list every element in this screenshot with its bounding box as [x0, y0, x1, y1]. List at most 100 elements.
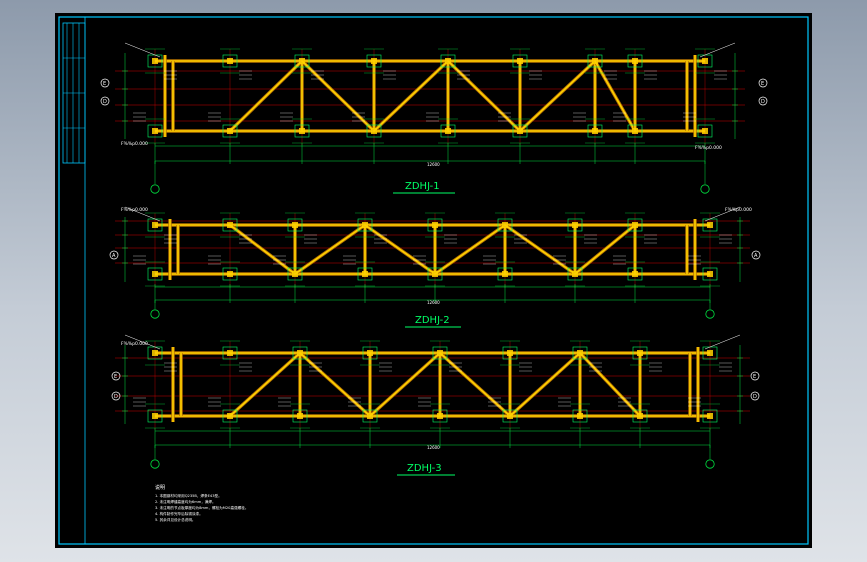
node-plate — [592, 58, 598, 64]
axis-bubble: A — [751, 250, 761, 260]
node-plate — [507, 413, 513, 419]
diagonal-member — [447, 60, 521, 132]
node-plate — [437, 413, 443, 419]
diagonal-member — [439, 352, 511, 417]
axis-bubble: A — [109, 250, 119, 260]
svg-text:D: D — [753, 394, 757, 400]
node-plate — [367, 413, 373, 419]
diagonal-member — [364, 224, 436, 275]
diagonal-member — [229, 60, 303, 132]
title-block — [62, 17, 86, 544]
leader-line — [699, 42, 736, 58]
diagonal-member — [369, 352, 441, 417]
trusses-layer — [115, 42, 750, 469]
note-line: 3. 未注明的节点板厚度均为8mm，螺栓为M20高强螺栓。 — [155, 505, 248, 510]
axis-circle — [705, 309, 715, 319]
node-plate — [702, 58, 708, 64]
diagonal-member — [574, 224, 636, 275]
diagonal-member — [594, 60, 636, 132]
overall-dimension: 12600 — [427, 300, 440, 305]
node-plate — [437, 350, 443, 356]
node-plate — [297, 413, 303, 419]
truss-title: ZDHJ-2 — [415, 315, 450, 326]
notes-block: 说明 1. 本图钢材均采用Q235B，焊条E43型。 2. 未注明焊缝高度均为6… — [155, 484, 248, 522]
node-plate — [637, 413, 643, 419]
node-plate — [152, 350, 158, 356]
svg-text:A: A — [112, 253, 116, 259]
note-line: 4. 构件制作完毕后除锈涂漆。 — [155, 511, 203, 516]
node-plate — [572, 271, 578, 277]
node-plate — [227, 413, 233, 419]
drawing-sheet: ZDHJ-1 ZDHJ-2 ZDHJ-3 12600 12600 12600 F… — [55, 13, 812, 548]
truss-title: ZDHJ-1 — [405, 181, 440, 192]
node-plate — [227, 128, 233, 134]
node-plate — [707, 413, 713, 419]
node-plate — [152, 128, 158, 134]
cad-drawing: ZDHJ-1 ZDHJ-2 ZDHJ-3 12600 12600 12600 F… — [58, 16, 809, 545]
node-plate — [432, 271, 438, 277]
node-plate — [367, 350, 373, 356]
node-plate — [227, 271, 233, 277]
node-plate — [507, 350, 513, 356]
axis-circle — [700, 184, 710, 194]
node-plate — [502, 271, 508, 277]
node-plate — [572, 222, 578, 228]
node-plate — [517, 58, 523, 64]
overall-dimension: 12600 — [427, 162, 440, 167]
axis-circle — [705, 459, 715, 469]
diagonal-member — [504, 224, 576, 275]
diagonal-member — [434, 224, 506, 275]
leader-line — [124, 42, 161, 58]
node-plate — [707, 271, 713, 277]
node-plate — [362, 222, 368, 228]
axis-bubble: E — [758, 78, 768, 88]
diagonal-member — [299, 352, 371, 417]
svg-text:E: E — [114, 374, 117, 380]
diagonal-member — [519, 60, 596, 132]
node-plate — [502, 222, 508, 228]
node-plate — [227, 58, 233, 64]
notes-heading: 说明 — [155, 484, 165, 491]
node-plate — [707, 222, 713, 228]
node-plate — [577, 350, 583, 356]
axis-bubble: D — [758, 96, 768, 106]
svg-text:E: E — [761, 81, 764, 87]
node-plate — [445, 58, 451, 64]
node-plate — [371, 128, 377, 134]
node-plate — [292, 222, 298, 228]
svg-text:E: E — [753, 374, 756, 380]
node-plate — [632, 222, 638, 228]
node-plate — [297, 350, 303, 356]
node-plate — [592, 128, 598, 134]
truss-title: ZDHJ-3 — [407, 463, 442, 474]
node-plate — [632, 58, 638, 64]
elevation-label: F%%p0.000 — [121, 141, 148, 147]
elevation-label: F%%p0.000 — [121, 341, 148, 347]
node-plate — [299, 128, 305, 134]
node-plate — [299, 58, 305, 64]
overall-dimension: 12600 — [427, 445, 440, 450]
svg-text:D: D — [761, 99, 765, 105]
axis-bubble: E — [750, 371, 760, 381]
node-plate — [445, 128, 451, 134]
diagonal-member — [229, 224, 296, 275]
node-plate — [362, 271, 368, 277]
leader-line — [704, 334, 741, 350]
diagonal-member — [294, 224, 366, 275]
axis-circle — [150, 459, 160, 469]
node-plate — [637, 350, 643, 356]
svg-text:E: E — [103, 81, 106, 87]
node-plate — [432, 222, 438, 228]
axis-circle — [150, 184, 160, 194]
node-plate — [152, 58, 158, 64]
elevation-label: F%%p0.000 — [121, 207, 148, 213]
node-plate — [292, 271, 298, 277]
note-line: 2. 未注明焊缝高度均为6mm，满焊。 — [155, 499, 216, 504]
axis-circle — [150, 309, 160, 319]
node-plate — [632, 271, 638, 277]
node-plate — [702, 128, 708, 134]
node-plate — [152, 222, 158, 228]
axis-bubble: D — [750, 391, 760, 401]
node-plate — [577, 413, 583, 419]
diagonal-member — [579, 352, 641, 417]
